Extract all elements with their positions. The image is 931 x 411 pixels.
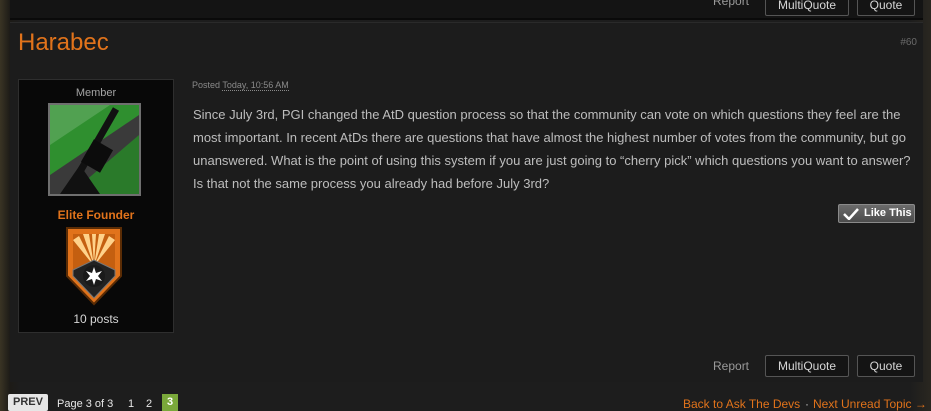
- checkmark-icon: [843, 208, 859, 220]
- member-title: Member: [75, 87, 117, 99]
- post-body: Since July 3rd, PGI changed the AtD ques…: [193, 107, 911, 191]
- next-unread-topic-link[interactable]: Next Unread Topic →: [813, 397, 927, 411]
- pagination-page-2[interactable]: 2: [146, 398, 152, 410]
- pagination-page-info: Page 3 of 3: [57, 398, 114, 410]
- post-author-name[interactable]: Harabec: [18, 29, 109, 57]
- report-link[interactable]: Report: [713, 359, 749, 373]
- multiquote-button[interactable]: MultiQuote: [765, 355, 849, 377]
- pagination-prev-button[interactable]: PREV: [8, 394, 48, 411]
- pagination-page-1[interactable]: 1: [128, 398, 134, 410]
- avatar-image: [50, 105, 139, 194]
- link-separator: ·: [805, 397, 809, 411]
- like-this-button[interactable]: Like This: [838, 204, 915, 223]
- forum-post: Harabec #60 Member Elite Founder 10 post…: [10, 22, 923, 382]
- quote-button[interactable]: Quote: [857, 0, 915, 16]
- back-to-forum-link[interactable]: Back to Ask The Devs: [683, 397, 800, 411]
- post-count[interactable]: 10 posts: [19, 312, 173, 326]
- avatar[interactable]: [48, 103, 141, 196]
- posted-label: Posted: [192, 80, 221, 90]
- post-number[interactable]: #60: [900, 37, 917, 48]
- posted-timestamp: Posted Today, 10:56 AM: [192, 80, 289, 91]
- quote-button[interactable]: Quote: [857, 355, 915, 377]
- posted-date: Today, 10:56 AM: [222, 80, 289, 91]
- multiquote-button[interactable]: MultiQuote: [765, 0, 849, 16]
- pagination-current-page[interactable]: 3: [162, 394, 178, 411]
- previous-post-action-bar: Report MultiQuote Quote: [10, 0, 923, 20]
- rank-badge-icon: [66, 227, 122, 306]
- report-link[interactable]: Report: [713, 0, 749, 8]
- like-this-label: Like This: [864, 207, 912, 219]
- member-group: Elite Founder: [57, 208, 135, 222]
- author-info-panel: Member Elite Founder 10 posts: [18, 79, 174, 333]
